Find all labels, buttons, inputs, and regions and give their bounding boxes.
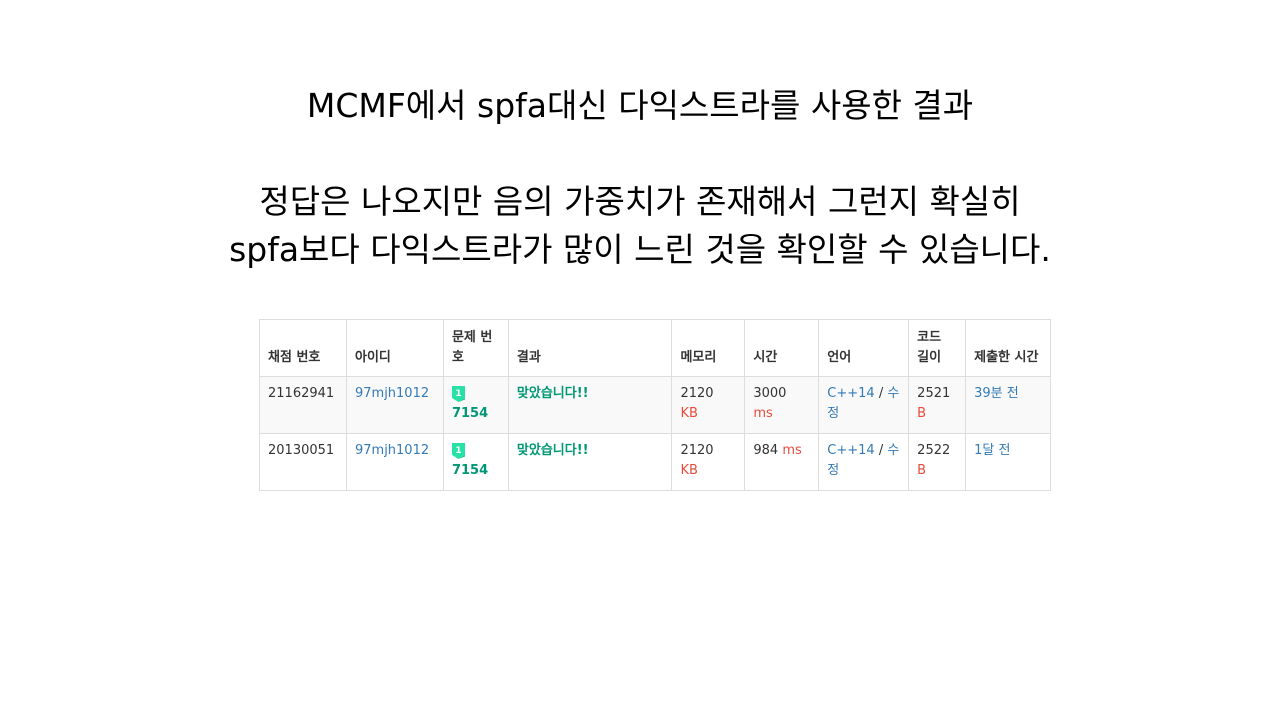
language-separator: /	[878, 443, 884, 458]
language-cell: C++14 / 수정	[818, 376, 910, 434]
submitted-at-cell: 39분 전	[965, 376, 1051, 434]
code-length-cell: 2522 B	[908, 433, 967, 491]
memory-unit: KB	[680, 463, 698, 478]
table-header-row: 채점 번호 아이디 문제 번호 결과 메모리 시간 언어 코드 길이 제출한 시…	[259, 319, 1051, 377]
problem-link[interactable]: 7154	[452, 404, 500, 424]
ruby-tier-1-icon: 1	[451, 386, 465, 402]
submission-status-table: 채점 번호 아이디 문제 번호 결과 메모리 시간 언어 코드 길이 제출한 시…	[259, 319, 1051, 491]
code-length-unit: B	[917, 463, 927, 478]
header-language: 언어	[818, 319, 910, 377]
header-submission-id: 채점 번호	[259, 319, 347, 377]
submission-id-cell: 21162941	[259, 376, 347, 434]
result-cell: 맞았습니다!!	[507, 433, 673, 491]
time-cell: 984 ms	[744, 433, 820, 491]
code-length-cell: 2521 B	[908, 376, 967, 434]
slide: MCMF에서 spfa대신 다익스트라를 사용한 결과 정답은 나오지만 음의 …	[0, 0, 1280, 720]
header-memory: 메모리	[671, 319, 746, 377]
submitted-at-link[interactable]: 39분 전	[974, 386, 1019, 401]
svg-text:1: 1	[455, 446, 461, 456]
language-link[interactable]: C++14	[827, 443, 874, 458]
header-submitted-at: 제출한 시간	[965, 319, 1051, 377]
description-line-1: 정답은 나오지만 음의 가중치가 존재해서 그런지 확실히	[259, 182, 1021, 221]
submitted-at-cell: 1달 전	[965, 433, 1051, 491]
language-separator: /	[878, 386, 884, 401]
memory-value: 2120	[680, 443, 714, 458]
header-problem: 문제 번호	[442, 319, 509, 377]
problem-link[interactable]: 7154	[452, 461, 500, 481]
problem-cell: 1 7154	[442, 376, 509, 434]
result-accepted: 맞았습니다!!	[516, 443, 589, 458]
memory-cell: 2120 KB	[671, 433, 746, 491]
slide-title: MCMF에서 spfa대신 다익스트라를 사용한 결과	[306, 86, 974, 125]
header-result: 결과	[507, 319, 673, 377]
language-cell: C++14 / 수정	[818, 433, 910, 491]
table-row: 20130051 97mjh1012 1 7154 맞았습니다!! 2120 K…	[259, 433, 1051, 491]
code-length-value: 2521	[917, 386, 951, 401]
header-time: 시간	[744, 319, 820, 377]
user-link[interactable]: 97mjh1012	[355, 386, 429, 401]
result-cell: 맞았습니다!!	[507, 376, 673, 434]
time-value: 984	[753, 443, 779, 458]
memory-unit: KB	[680, 406, 698, 421]
time-unit: ms	[753, 406, 773, 421]
user-link[interactable]: 97mjh1012	[355, 443, 429, 458]
submission-id-cell: 20130051	[259, 433, 347, 491]
description-line-2: spfa보다 다익스트라가 많이 느린 것을 확인할 수 있습니다.	[229, 230, 1051, 269]
ruby-tier-1-icon: 1	[451, 443, 465, 459]
memory-cell: 2120 KB	[671, 376, 746, 434]
code-length-unit: B	[917, 406, 927, 421]
table-row: 21162941 97mjh1012 1 7154 맞았습니다!! 2120 K…	[259, 376, 1051, 434]
header-code-length: 코드 길이	[908, 319, 967, 377]
slide-description: 정답은 나오지만 음의 가중치가 존재해서 그런지 확실히 spfa보다 다익스…	[0, 178, 1280, 274]
memory-value: 2120	[680, 386, 714, 401]
user-id-cell: 97mjh1012	[345, 433, 444, 491]
language-link[interactable]: C++14	[827, 386, 874, 401]
time-unit: ms	[782, 443, 802, 458]
submitted-at-link[interactable]: 1달 전	[974, 443, 1010, 458]
svg-text:1: 1	[455, 389, 461, 399]
problem-cell: 1 7154	[442, 433, 509, 491]
time-cell: 3000 ms	[744, 376, 820, 434]
user-id-cell: 97mjh1012	[345, 376, 444, 434]
header-user-id: 아이디	[345, 319, 444, 377]
result-accepted: 맞았습니다!!	[516, 386, 589, 401]
time-value: 3000	[753, 386, 787, 401]
code-length-value: 2522	[917, 443, 951, 458]
